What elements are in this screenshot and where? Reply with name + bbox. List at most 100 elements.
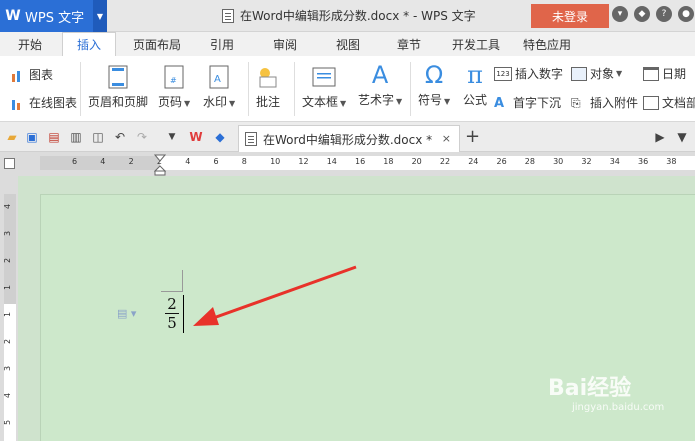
header-footer-button[interactable]: 页眉和页脚 bbox=[88, 64, 148, 110]
tab-menu-icon[interactable]: ▼ bbox=[674, 129, 690, 145]
redo-icon[interactable]: ↷ bbox=[134, 129, 150, 145]
watermark-icon: A bbox=[207, 64, 231, 90]
margin-corner-mark bbox=[161, 270, 183, 292]
fraction[interactable]: 2 5 bbox=[164, 295, 180, 332]
ruler-tick-label: 5 bbox=[3, 419, 13, 426]
tab-review[interactable]: 审阅 bbox=[273, 32, 297, 56]
tab-references[interactable]: 引用 bbox=[210, 32, 234, 56]
close-tab-icon[interactable]: × bbox=[442, 132, 451, 145]
object-button[interactable]: 对象 ▼ bbox=[571, 65, 622, 82]
cloud-box-icon[interactable]: ◆ bbox=[212, 129, 228, 145]
svg-text:A: A bbox=[214, 74, 221, 85]
tab-page-layout[interactable]: 页面布局 bbox=[133, 32, 181, 56]
chart-icon bbox=[10, 67, 26, 82]
tab-developer[interactable]: 开发工具 bbox=[452, 32, 500, 56]
title-bar: W WPS 文字 ▼ 在Word中编辑形成分数.docx * - WPS 文字 … bbox=[0, 0, 695, 32]
tab-stop-selector[interactable] bbox=[4, 158, 15, 169]
open-folder-icon[interactable]: ▰ bbox=[4, 129, 20, 145]
symbol-button[interactable]: Ω 符号 ▼ bbox=[418, 61, 450, 108]
chart-button[interactable]: 图表 bbox=[10, 66, 53, 83]
drop-cap-button[interactable]: A 首字下沉 bbox=[494, 94, 561, 111]
ruler-tick-label: 28 bbox=[524, 157, 535, 166]
print-preview-icon[interactable]: ◫ bbox=[90, 129, 106, 145]
omega-icon: Ω bbox=[424, 61, 444, 89]
attachment-button[interactable]: ⎘ 插入附件 bbox=[571, 94, 638, 111]
export-pdf-icon[interactable]: ▤ bbox=[46, 129, 62, 145]
ruler-tick-label: 4 bbox=[3, 203, 13, 210]
undo-icon[interactable]: ↶ bbox=[112, 129, 128, 145]
textbox-button[interactable]: 文本框 ▼ bbox=[302, 64, 346, 110]
insert-number-button[interactable]: 123 插入数字 bbox=[494, 65, 563, 82]
ruler-tick-label: 24 bbox=[468, 157, 479, 166]
vertical-ruler[interactable]: 4 3 2 1 1 2 3 4 5 bbox=[0, 176, 18, 441]
ruler-tick-label: 4 bbox=[3, 392, 13, 399]
ruler-tick-label: 6 bbox=[72, 157, 78, 166]
wordart-icon: A bbox=[371, 61, 389, 89]
svg-text:#: # bbox=[170, 76, 177, 85]
formula-button[interactable]: π 公式 bbox=[463, 61, 487, 108]
ruler-tick-label: 12 bbox=[298, 157, 309, 166]
ruler-tick-label: 32 bbox=[581, 157, 592, 166]
horizontal-ruler[interactable]: 6 4 2 2 4 6 8 10 12 14 16 18 20 22 24 26 28 30 32 34 36 38 bbox=[0, 152, 695, 176]
ruler-tick-label: 3 bbox=[3, 365, 13, 372]
ruler-tick-label: 1 bbox=[3, 284, 13, 291]
ruler-tick-label: 22 bbox=[439, 157, 451, 166]
text-cursor bbox=[183, 295, 184, 333]
comment-button[interactable]: 批注 bbox=[256, 64, 280, 110]
wps-menu-button[interactable]: W WPS 文字 ▼ bbox=[0, 0, 107, 32]
wordart-button[interactable]: A 艺术字 ▼ bbox=[358, 61, 402, 108]
calendar-icon bbox=[643, 66, 659, 81]
save-icon[interactable]: ▣ bbox=[24, 129, 40, 145]
ruler-tick-label: 30 bbox=[553, 157, 564, 166]
wps-home-icon[interactable]: W bbox=[188, 129, 204, 145]
tab-view[interactable]: 视图 bbox=[336, 32, 360, 56]
attachment-icon: ⎘ bbox=[571, 95, 581, 110]
doc-parts-icon bbox=[643, 95, 659, 110]
ruler-tick-label: 14 bbox=[326, 157, 337, 166]
document-tab-title: 在Word中编辑形成分数.docx * bbox=[263, 132, 433, 147]
ruler-tick-label: 4 bbox=[100, 157, 106, 166]
watermark-brand: Bai经验 bbox=[548, 376, 632, 401]
document-icon bbox=[222, 8, 234, 23]
date-button[interactable]: 日期 bbox=[643, 65, 686, 82]
tab-home[interactable]: 开始 bbox=[18, 32, 42, 56]
document-tab-icon bbox=[245, 132, 257, 146]
ruler-tick-label: 2 bbox=[3, 257, 13, 264]
wps-dropdown-icon[interactable]: ▼ bbox=[93, 0, 107, 32]
ruler-tick-label: 6 bbox=[213, 157, 219, 166]
window-title: 在Word中编辑形成分数.docx * - WPS 文字 bbox=[222, 7, 476, 24]
skin-icon[interactable]: ▾ bbox=[612, 6, 628, 22]
customize-dropdown-icon[interactable]: ▼ bbox=[164, 129, 180, 145]
tab-chapter[interactable]: 章节 bbox=[397, 32, 421, 56]
ruler-tick-label: 18 bbox=[383, 157, 394, 166]
help-icon[interactable]: ? bbox=[656, 6, 672, 22]
ruler-tick-label: 16 bbox=[355, 157, 366, 166]
print-icon[interactable]: ▥ bbox=[68, 129, 84, 145]
drop-cap-icon: A bbox=[494, 95, 505, 111]
header-footer-icon bbox=[106, 64, 130, 90]
app-name: WPS 文字 bbox=[25, 10, 85, 26]
feedback-icon[interactable]: ● bbox=[678, 6, 694, 22]
tab-special[interactable]: 特色应用 bbox=[523, 32, 571, 56]
number-icon: 123 bbox=[494, 66, 512, 81]
online-chart-button[interactable]: 在线图表 bbox=[10, 94, 77, 111]
login-button[interactable]: 未登录 bbox=[531, 4, 609, 28]
indent-marker-icon[interactable] bbox=[154, 154, 166, 176]
ruler-tick-label: 38 bbox=[666, 157, 677, 166]
new-tab-icon[interactable]: + bbox=[465, 126, 480, 147]
ruler-tick-label: 10 bbox=[270, 157, 281, 166]
settings-icon[interactable]: ◆ bbox=[634, 6, 650, 22]
watermark-button[interactable]: A 水印 ▼ bbox=[203, 64, 235, 110]
wps-logo-icon: W bbox=[5, 8, 21, 24]
paragraph-layout-icon[interactable]: ▤ ▾ bbox=[117, 307, 136, 320]
document-tab[interactable]: 在Word中编辑形成分数.docx * × bbox=[238, 125, 460, 152]
menu-bar: 开始 插入 页面布局 引用 审阅 视图 章节 开发工具 特色应用 bbox=[0, 32, 695, 56]
tab-insert[interactable]: 插入 bbox=[62, 32, 117, 56]
comment-icon bbox=[256, 64, 280, 90]
document-workspace: ▤ ▾ 2 5 Bai经验 jingyan.baidu.com bbox=[18, 176, 695, 441]
object-icon bbox=[571, 66, 587, 81]
tab-list-icon[interactable]: ▶ bbox=[652, 129, 668, 145]
doc-parts-button[interactable]: 文档部 bbox=[643, 94, 695, 111]
textbox-icon bbox=[312, 64, 336, 90]
page-number-button[interactable]: # 页码 ▼ bbox=[158, 64, 190, 110]
